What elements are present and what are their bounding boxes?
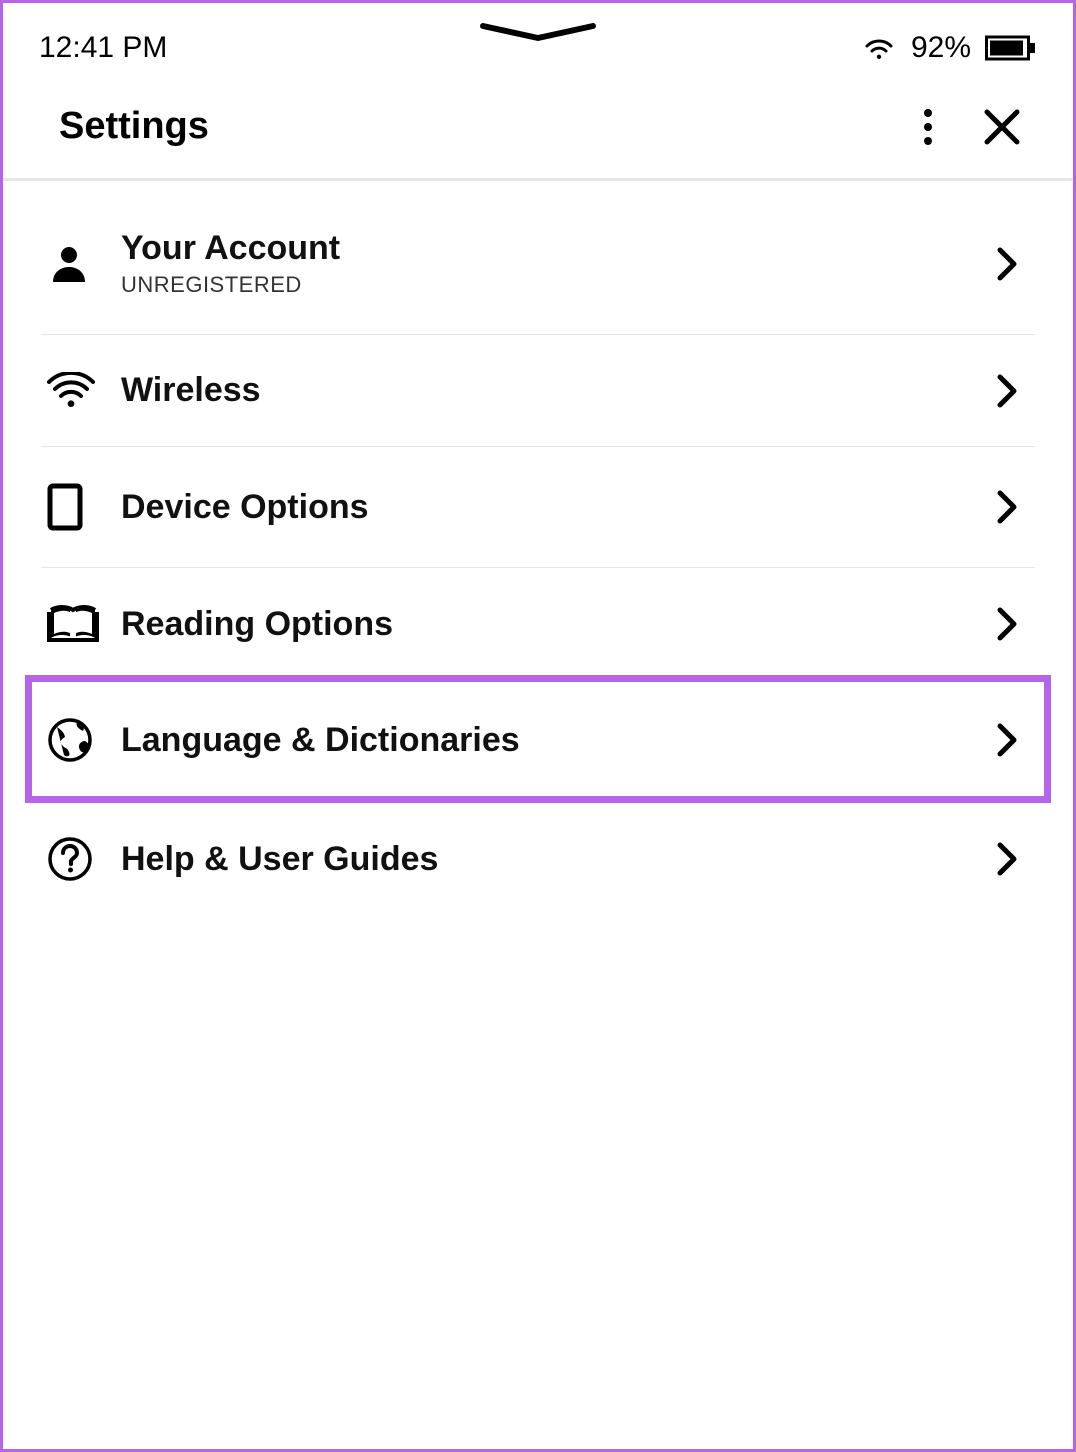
chevron-right-icon bbox=[997, 842, 1017, 876]
settings-list: Your Account UNREGISTERED Wireless bbox=[3, 181, 1073, 918]
globe-icon bbox=[47, 717, 107, 763]
settings-item-language[interactable]: Language & Dictionaries bbox=[41, 681, 1035, 800]
item-title: Device Options bbox=[121, 488, 997, 527]
page-header: Settings bbox=[3, 75, 1073, 181]
chevron-right-icon bbox=[997, 607, 1017, 641]
settings-item-reading[interactable]: Reading Options bbox=[41, 568, 1035, 681]
item-title: Language & Dictionaries bbox=[121, 721, 997, 760]
wifi-icon bbox=[47, 372, 107, 410]
close-icon[interactable] bbox=[983, 108, 1021, 146]
settings-item-device[interactable]: Device Options bbox=[41, 447, 1035, 568]
wifi-icon bbox=[861, 34, 897, 62]
chevron-right-icon bbox=[997, 247, 1017, 281]
page-title: Settings bbox=[59, 105, 209, 148]
settings-item-account[interactable]: Your Account UNREGISTERED bbox=[41, 193, 1035, 335]
pulldown-handle[interactable] bbox=[478, 23, 598, 43]
item-title: Reading Options bbox=[121, 605, 997, 644]
chevron-right-icon bbox=[997, 723, 1017, 757]
chevron-right-icon bbox=[997, 374, 1017, 408]
chevron-right-icon bbox=[997, 490, 1017, 524]
item-subtitle: UNREGISTERED bbox=[121, 272, 997, 298]
book-icon bbox=[47, 604, 107, 644]
help-icon bbox=[47, 836, 107, 882]
item-title: Your Account bbox=[121, 229, 997, 268]
person-icon bbox=[47, 242, 107, 286]
status-time: 12:41 PM bbox=[39, 31, 167, 65]
more-menu-icon[interactable] bbox=[923, 108, 933, 146]
item-title: Wireless bbox=[121, 371, 997, 410]
battery-percent: 92% bbox=[911, 31, 971, 65]
settings-item-help[interactable]: Help & User Guides bbox=[41, 800, 1035, 918]
tablet-icon bbox=[47, 483, 107, 531]
item-title: Help & User Guides bbox=[121, 840, 997, 879]
settings-item-wireless[interactable]: Wireless bbox=[41, 335, 1035, 447]
battery-icon bbox=[985, 34, 1037, 62]
